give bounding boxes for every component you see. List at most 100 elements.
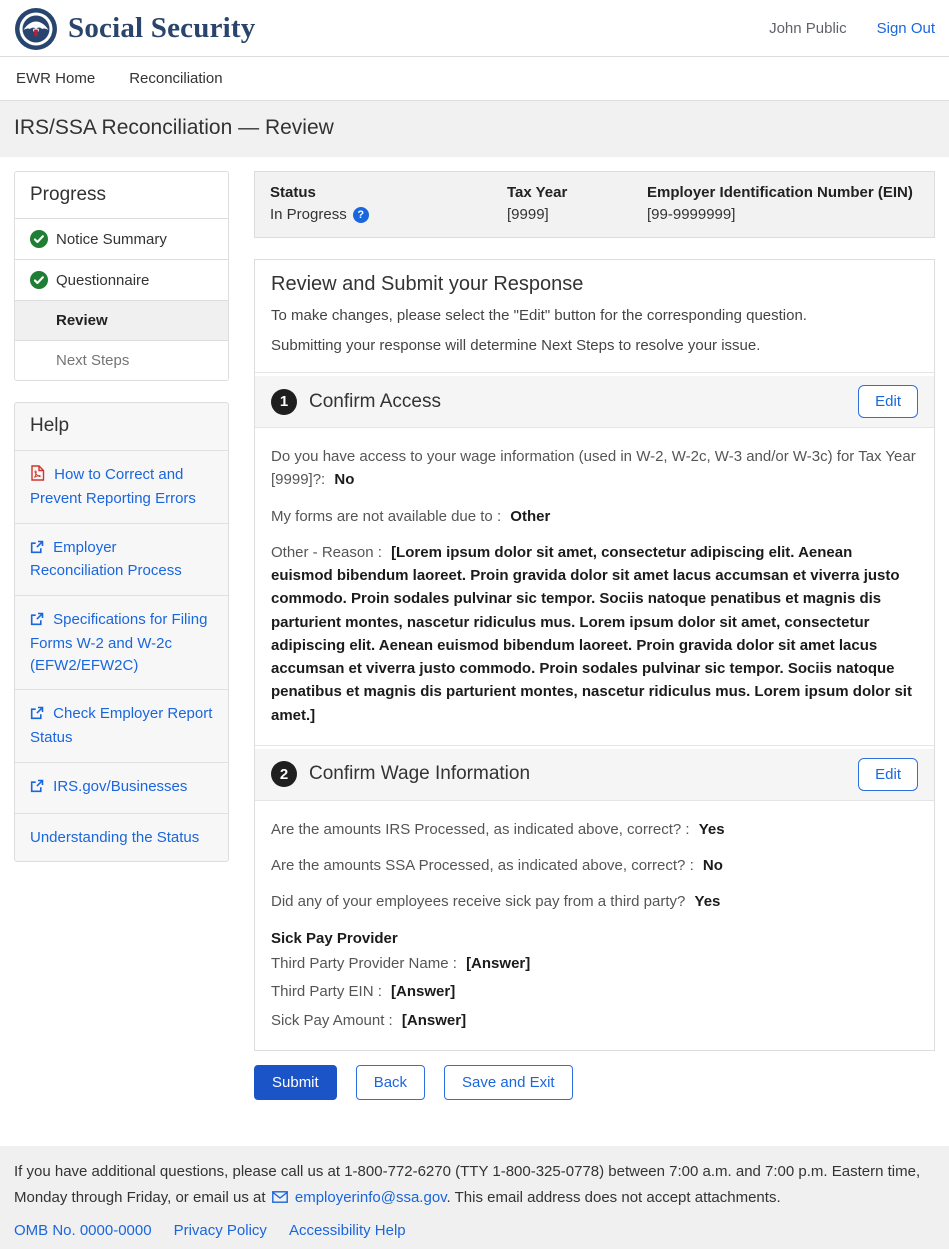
check-circle-icon xyxy=(30,230,48,248)
status-help-icon[interactable]: ? xyxy=(353,207,369,223)
question-answer-line: Are the amounts IRS Processed, as indica… xyxy=(271,818,918,841)
status-column: Status In Progress ? xyxy=(270,184,507,223)
external-link-icon xyxy=(30,539,44,561)
footer-contact-text: If you have additional questions, please… xyxy=(14,1159,935,1213)
section-confirm-wage-information: 2 Confirm Wage Information Edit Are the … xyxy=(255,749,934,1050)
nav-item[interactable]: EWR Home xyxy=(14,57,97,100)
detail-line: Third Party EIN : [Answer] xyxy=(271,981,918,1004)
status-value: In Progress xyxy=(270,206,347,223)
answer-text: No xyxy=(703,857,723,874)
ein-value: [99-9999999] xyxy=(647,206,735,223)
help-link-row[interactable]: How to Correct and Prevent Reporting Err… xyxy=(15,450,228,523)
edit-confirm-wage-button[interactable]: Edit xyxy=(858,758,918,791)
section-confirm-access: 1 Confirm Access Edit Do you have access… xyxy=(255,376,934,745)
pdf-icon xyxy=(30,465,45,488)
footer-link[interactable]: Accessibility Help xyxy=(289,1222,406,1239)
section-2-number-badge: 2 xyxy=(271,761,297,787)
progress-item-label: Review xyxy=(56,312,108,329)
check-circle-icon xyxy=(30,271,48,289)
review-intro: Review and Submit your Response To make … xyxy=(255,260,934,372)
help-link-row[interactable]: Specifications for Filing Forms W-2 and … xyxy=(15,595,228,689)
question-answer-line: Do you have access to your wage informat… xyxy=(271,445,918,492)
nav-item[interactable]: Reconciliation xyxy=(127,57,224,100)
back-button[interactable]: Back xyxy=(356,1065,425,1100)
progress-item[interactable]: Notice Summary xyxy=(15,218,228,259)
help-panel: Help xyxy=(14,402,229,862)
section-2-body: Are the amounts IRS Processed, as indica… xyxy=(255,801,934,1050)
progress-item[interactable]: Next Steps xyxy=(15,340,228,380)
page-title-band: IRS/SSA Reconciliation — Review xyxy=(0,101,949,157)
submit-button[interactable]: Submit xyxy=(254,1065,337,1100)
primary-nav: EWR Home Reconciliation xyxy=(0,57,949,101)
question-answer-line: My forms are not available due to : Othe… xyxy=(271,505,918,528)
answer-text: Yes xyxy=(699,821,725,838)
progress-item[interactable]: Review xyxy=(15,300,228,340)
question-text: Are the amounts SSA Processed, as indica… xyxy=(271,857,694,874)
footer-link[interactable]: OMB No. 0000-0000 xyxy=(14,1222,152,1239)
sign-out-link[interactable]: Sign Out xyxy=(877,20,935,37)
nav-item-label: Reconciliation xyxy=(129,70,222,87)
ein-label: Employer Identification Number (EIN) xyxy=(647,184,913,201)
help-link-label[interactable]: Specifications for Filing Forms W-2 and … xyxy=(30,611,207,674)
progress-panel-title: Progress xyxy=(15,172,228,218)
question-text: Do you have access to your wage informat… xyxy=(271,448,916,488)
question-text: Other - Reason : xyxy=(271,544,382,561)
question-text: Are the amounts IRS Processed, as indica… xyxy=(271,821,690,838)
main-content: Status In Progress ? Tax Year [9999] Emp… xyxy=(254,163,935,1100)
section-1-title: Confirm Access xyxy=(309,391,441,413)
review-instruction-1: To make changes, please select the "Edit… xyxy=(271,305,918,328)
detail-value: [Answer] xyxy=(402,1012,466,1029)
progress-panel: Progress Notice Summary xyxy=(14,171,229,381)
status-label: Status xyxy=(270,184,507,201)
brand-title: Social Security xyxy=(68,12,255,45)
progress-item-label: Notice Summary xyxy=(56,231,167,248)
help-link-label[interactable]: Understanding the Status xyxy=(30,829,199,846)
progress-item-label: Next Steps xyxy=(56,352,129,369)
email-link[interactable]: employerinfo@ssa.gov xyxy=(295,1189,447,1206)
edit-confirm-access-button[interactable]: Edit xyxy=(858,385,918,418)
help-link-label[interactable]: IRS.gov/Businesses xyxy=(53,778,187,795)
question-text: Did any of your employees receive sick p… xyxy=(271,893,685,910)
nav-item-label: EWR Home xyxy=(16,70,95,87)
help-link-row[interactable]: IRS.gov/Businesses xyxy=(15,762,228,813)
sidebar: Progress Notice Summary xyxy=(14,163,229,862)
ein-column: Employer Identification Number (EIN) [99… xyxy=(647,184,913,223)
help-link-label[interactable]: Check Employer Report Status xyxy=(30,705,212,746)
external-link-icon xyxy=(30,611,44,633)
page-footer: If you have additional questions, please… xyxy=(0,1146,949,1249)
tax-year-label: Tax Year xyxy=(507,184,647,201)
user-name: John Public xyxy=(769,20,847,37)
question-text: My forms are not available due to : xyxy=(271,508,501,525)
help-link-label[interactable]: How to Correct and Prevent Reporting Err… xyxy=(30,466,196,507)
help-list: How to Correct and Prevent Reporting Err… xyxy=(15,450,228,861)
detail-label: Third Party EIN : xyxy=(271,983,382,1000)
detail-value: [Answer] xyxy=(466,955,530,972)
help-link-row[interactable]: Employer Reconciliation Process xyxy=(15,523,228,596)
help-link-row[interactable]: Understanding the Status xyxy=(15,813,228,862)
help-link-row[interactable]: Check Employer Report Status xyxy=(15,689,228,762)
app-header: Social Security John Public Sign Out xyxy=(0,0,949,57)
progress-item-label: Questionnaire xyxy=(56,272,149,289)
section-1-number-badge: 1 xyxy=(271,389,297,415)
detail-value: [Answer] xyxy=(391,983,455,1000)
section-2-header: 2 Confirm Wage Information Edit xyxy=(255,749,934,801)
save-and-exit-button[interactable]: Save and Exit xyxy=(444,1065,573,1100)
external-link-icon xyxy=(30,778,44,800)
status-bar: Status In Progress ? Tax Year [9999] Emp… xyxy=(254,171,935,238)
answer-text: Yes xyxy=(695,893,721,910)
detail-label: Sick Pay Amount : xyxy=(271,1012,393,1029)
action-buttons: Submit Back Save and Exit xyxy=(254,1065,935,1100)
progress-item[interactable]: Questionnaire xyxy=(15,259,228,300)
detail-line: Third Party Provider Name : [Answer] xyxy=(271,953,918,976)
question-answer-line: Are the amounts SSA Processed, as indica… xyxy=(271,854,918,877)
footer-link[interactable]: Privacy Policy xyxy=(174,1222,267,1239)
ssa-logo-icon xyxy=(14,7,58,51)
question-answer-line: Other - Reason : [Lorem ipsum dolor sit … xyxy=(271,541,918,727)
tax-year-column: Tax Year [9999] xyxy=(507,184,647,223)
page-title: IRS/SSA Reconciliation — Review xyxy=(14,116,935,140)
footer-text-after-email: . This email address does not accept att… xyxy=(447,1189,781,1206)
review-instruction-2: Submitting your response will determine … xyxy=(271,335,918,358)
section-1-body: Do you have access to your wage informat… xyxy=(255,428,934,745)
help-link-label[interactable]: Employer Reconciliation Process xyxy=(30,539,182,580)
email-envelope-icon xyxy=(272,1190,292,1207)
